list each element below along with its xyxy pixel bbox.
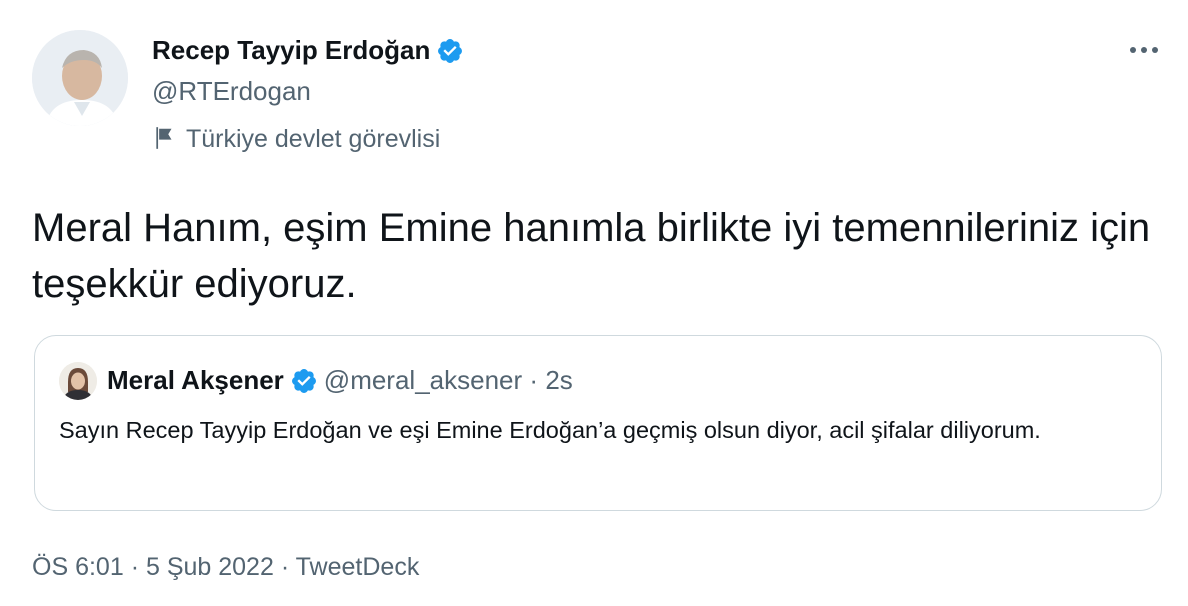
quoted-author-avatar <box>59 362 97 400</box>
tweet-date[interactable]: 5 Şub 2022 <box>146 553 274 581</box>
quoted-tweet-time[interactable]: 2s <box>545 365 572 395</box>
tweet-card: Recep Tayyip Erdoğan @RTErdogan Türkiye … <box>0 0 1188 606</box>
quoted-avatar-image <box>59 362 97 400</box>
verified-badge-icon <box>290 366 318 406</box>
author-avatar-image <box>32 30 128 126</box>
separator-dot: · <box>280 553 290 581</box>
verified-badge-icon <box>436 36 464 76</box>
quoted-tweet-header: Meral Akşener @meral_aksener · 2s <box>107 360 573 406</box>
author-handle[interactable]: @RTErdogan <box>152 71 311 111</box>
author-name-text: Recep Tayyip Erdoğan <box>152 35 431 65</box>
quoted-author-handle: @meral_aksener <box>323 365 523 395</box>
tweet-time[interactable]: ÖS 6:01 <box>32 553 124 581</box>
separator-dot: · <box>529 365 539 395</box>
more-options-button[interactable] <box>1122 28 1166 72</box>
author-avatar[interactable] <box>32 30 128 126</box>
quoted-author-name[interactable]: Meral Akşener <box>107 365 284 395</box>
author-display-name[interactable]: Recep Tayyip Erdoğan <box>152 30 464 76</box>
tweet-text: Meral Hanım, eşim Emine hanımla birlikte… <box>32 206 1151 306</box>
more-dots-icon <box>1130 47 1158 53</box>
quoted-tweet[interactable]: Meral Akşener @meral_aksener · 2s Sayın R… <box>34 335 1162 511</box>
tweet-client-link[interactable]: TweetDeck <box>296 553 420 581</box>
flag-icon <box>152 123 178 163</box>
government-label-text: Türkiye devlet görevlisi <box>186 125 441 153</box>
separator-dot: · <box>130 553 140 581</box>
quoted-tweet-text: Sayın Recep Tayyip Erdoğan ve eşi Emine … <box>59 417 1041 443</box>
tweet-metadata: ÖS 6:01 · 5 Şub 2022 · TweetDeck <box>32 547 419 587</box>
government-label[interactable]: Türkiye devlet görevlisi <box>152 119 440 163</box>
